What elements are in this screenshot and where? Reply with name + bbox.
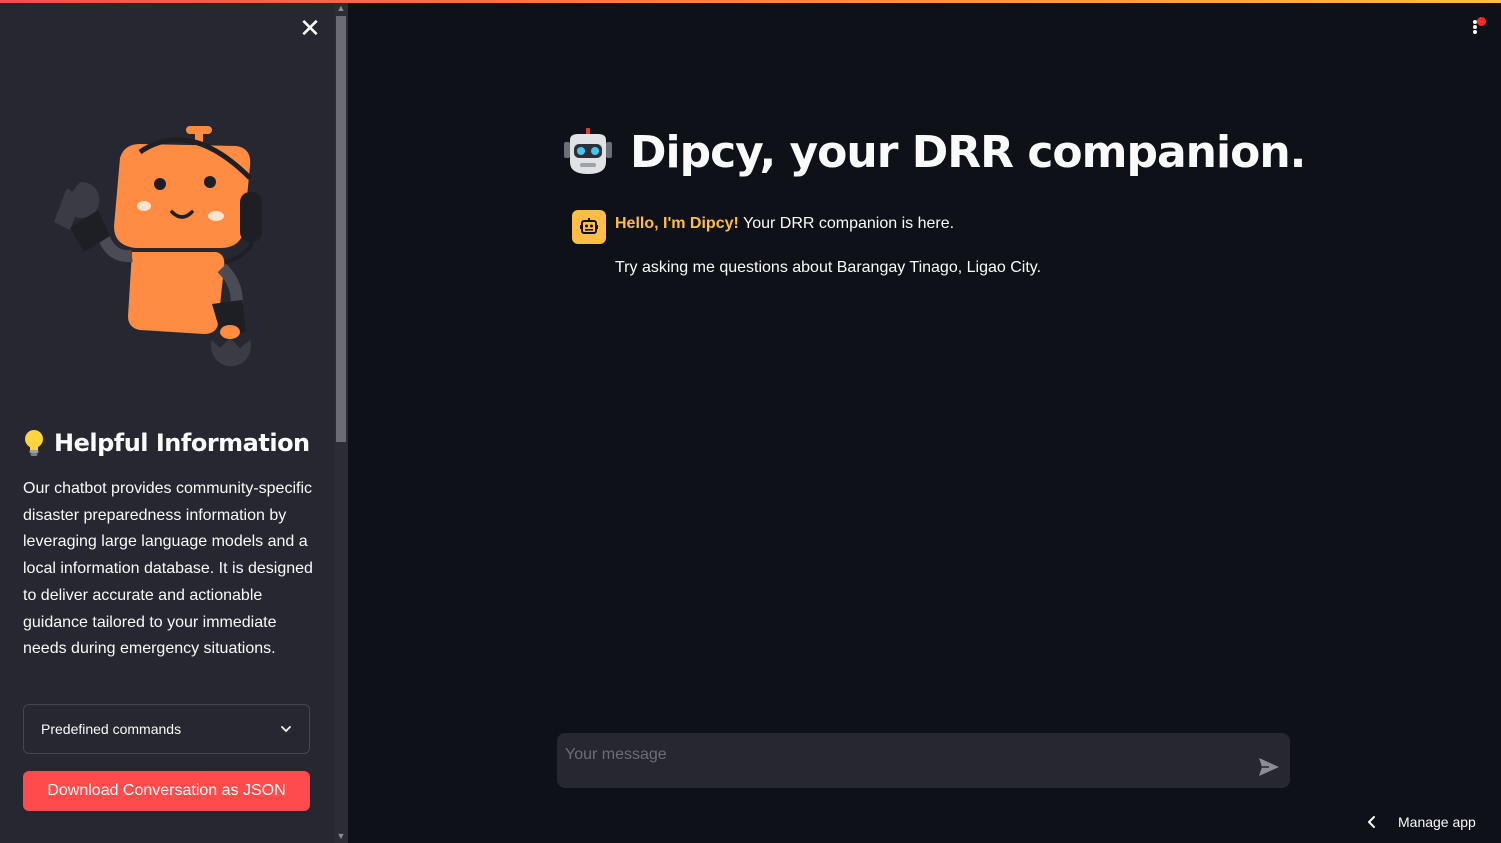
manage-app-label: Manage app <box>1398 814 1476 830</box>
manage-app-button[interactable]: Manage app <box>1364 808 1476 836</box>
sidebar: ✕ Helpful Information Our chatbot provid… <box>0 0 348 843</box>
chat-input-container <box>557 733 1290 788</box>
top-decoration-bar <box>0 0 1501 3</box>
helpful-information-heading: Helpful Information <box>22 426 310 460</box>
menu-dot <box>1473 25 1477 29</box>
lightbulb-icon <box>25 430 43 456</box>
robot-face-icon <box>564 128 612 174</box>
send-icon[interactable] <box>1256 754 1282 780</box>
bot-face-glyph-icon <box>580 218 598 234</box>
menu-dot <box>1473 30 1477 34</box>
close-icon[interactable]: ✕ <box>296 14 324 42</box>
message-greeting: Hello, I'm Dipcy! <box>615 215 739 232</box>
predefined-commands-label: Predefined commands <box>41 721 182 737</box>
page-title: Dipcy, your DRR companion. <box>562 122 1306 182</box>
download-json-button[interactable]: Download Conversation as JSON <box>23 771 310 811</box>
sidebar-heading: Helpful Information <box>54 429 310 457</box>
sidebar-scrollbar-thumb[interactable] <box>336 16 346 442</box>
notification-dot <box>1477 17 1486 26</box>
chevron-left-icon <box>1368 816 1375 828</box>
predefined-commands-select[interactable]: Predefined commands <box>23 704 310 754</box>
message-line-2: Try asking me questions about Barangay T… <box>615 259 1042 276</box>
message-line-1-rest: Your DRR companion is here. <box>738 215 955 232</box>
scroll-down-arrow-icon[interactable]: ▼ <box>334 830 348 842</box>
sidebar-description: Our chatbot provides community-specific … <box>23 480 313 658</box>
bot-avatar-icon <box>572 210 606 244</box>
robot-mascot-image <box>54 126 262 367</box>
scroll-up-arrow-icon[interactable]: ▲ <box>334 2 348 14</box>
chevron-down-icon <box>281 726 291 732</box>
main-title: Dipcy, your DRR companion. <box>630 126 1306 178</box>
message-line-1: Hello, I'm Dipcy! Your DRR companion is … <box>615 212 954 236</box>
chat-message-input[interactable] <box>557 733 1237 788</box>
